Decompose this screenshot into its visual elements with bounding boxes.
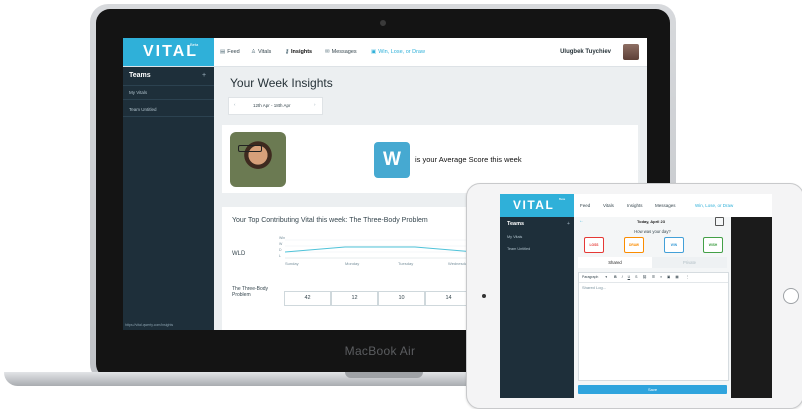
numbered-list-icon[interactable]: ≡: [660, 275, 662, 279]
ipad-sidebar-item-my-vitals[interactable]: My Vitals: [507, 235, 522, 239]
nav-vitals[interactable]: ♙ Vitals: [251, 38, 271, 66]
editor-toolbar: Paragraph ▾ B I U S ⛓ ☰ ≡ ▣ ▦ ⋮: [579, 273, 728, 283]
logo-sup: Beta: [190, 42, 199, 47]
date-range-picker[interactable]: ‹ 12th Apr - 18th Apr ›: [228, 97, 323, 115]
strikethrough-icon[interactable]: S: [635, 275, 637, 279]
ipad-nav-messages[interactable]: Messages: [655, 194, 676, 217]
list-icon[interactable]: ☰: [652, 275, 655, 279]
camera-icon: [380, 20, 386, 26]
add-team-icon[interactable]: +: [202, 72, 206, 79]
tab-shared[interactable]: Shared: [578, 257, 652, 268]
image-icon[interactable]: ▣: [667, 275, 670, 279]
ipad-date: Today, April 23: [637, 219, 665, 224]
ipad-nav-win-lose-draw[interactable]: Win, Lose, or Draw: [695, 194, 733, 217]
ipad-logo-sup: Beta: [559, 197, 566, 201]
x-tick: Monday: [345, 261, 360, 266]
ipad-add-team-icon[interactable]: +: [567, 221, 570, 227]
feed-icon: ▤: [220, 49, 226, 55]
loss-button[interactable]: LOSS: [584, 237, 604, 253]
score-text: is your Average Score this week: [415, 155, 522, 164]
ipad-nav-feed[interactable]: Feed: [580, 194, 590, 217]
bold-icon[interactable]: B: [614, 275, 617, 279]
table-cell: 10: [378, 291, 425, 306]
paragraph-select[interactable]: Paragraph: [582, 275, 598, 279]
wld-label: WLD: [232, 251, 246, 257]
sidebar-item-team-untitled[interactable]: Team Untitled: [129, 107, 157, 112]
nav-insights-label: Insights: [291, 49, 313, 55]
ipad-sidebar: Teams + My Vitals Team Untitled: [500, 217, 574, 398]
y-tick: W: [279, 242, 283, 246]
link-icon[interactable]: ⛓: [642, 275, 646, 279]
tab-private[interactable]: Private: [652, 257, 727, 268]
chat-icon: ✉: [325, 49, 330, 55]
nav-feed[interactable]: ▤ Feed: [220, 38, 240, 66]
chevron-left-icon[interactable]: ‹: [234, 102, 236, 107]
table-cell: 12: [331, 291, 378, 306]
ipad-logo-text: VITAL: [513, 198, 555, 212]
win-button[interactable]: WIN: [664, 237, 684, 253]
calendar-icon[interactable]: [715, 217, 724, 226]
key-icon: ⚷: [285, 49, 290, 55]
profile-photo-glasses: [238, 145, 262, 152]
wish-button[interactable]: WISH: [703, 237, 723, 253]
x-tick: Tuesday: [398, 261, 414, 266]
underline-icon[interactable]: U: [628, 275, 631, 279]
nav-win-lose-draw-label: Win, Lose, or Draw: [378, 49, 425, 55]
home-button[interactable]: [783, 288, 799, 304]
italic-icon[interactable]: I: [622, 275, 623, 279]
ipad-nav-insights[interactable]: Insights: [627, 194, 643, 217]
nav-messages-label: Messages: [331, 49, 357, 55]
divider: [123, 99, 214, 100]
nav-win-lose-draw[interactable]: ▣ Win, Lose, or Draw: [371, 38, 425, 66]
ipad-nav-vitals[interactable]: Vitals: [603, 194, 614, 217]
chevron-right-icon[interactable]: ›: [314, 102, 316, 107]
table-row-label: The Three-Body Problem: [232, 286, 269, 298]
user-icon: ♙: [251, 49, 256, 55]
y-tick: D: [279, 248, 282, 252]
ipad-main: ← Today, April 23 How was your day? LOSS…: [574, 217, 731, 398]
back-arrow-icon[interactable]: ←: [579, 218, 584, 224]
ipad-sidebar-item-team-untitled[interactable]: Team Untitled: [507, 247, 530, 251]
y-tick: L: [279, 254, 281, 258]
x-tick: Sunday: [285, 261, 299, 266]
sidebar-title: Teams: [129, 72, 151, 79]
top-vital-title: Your Top Contributing Vital this week: T…: [232, 217, 428, 224]
table-icon[interactable]: ▦: [675, 275, 678, 279]
divider: [123, 85, 214, 86]
macbook-notch: [345, 372, 423, 378]
ipad-logo[interactable]: VITAL Beta: [500, 194, 574, 217]
nav-messages[interactable]: ✉ Messages: [325, 38, 357, 66]
day-question: How was your day?: [634, 229, 671, 234]
sidebar: Teams + My Vitals Team Untitled https://…: [123, 67, 214, 330]
table-cell: 14: [425, 291, 472, 306]
chevron-down-icon[interactable]: ▾: [605, 275, 607, 279]
log-placeholder: Shared Log...: [582, 285, 607, 290]
sidebar-item-my-vitals[interactable]: My Vitals: [129, 90, 147, 95]
draw-button[interactable]: DRAW: [624, 237, 644, 253]
score-badge: W: [374, 142, 410, 178]
profile-photo: [230, 132, 286, 187]
nav-vitals-label: Vitals: [257, 49, 272, 55]
save-button[interactable]: Save: [578, 385, 727, 394]
ipad-top-nav-bar: VITAL Beta Feed Vitals Insights Messages…: [500, 194, 772, 217]
log-editor[interactable]: Paragraph ▾ B I U S ⛓ ☰ ≡ ▣ ▦ ⋮ Shared L…: [578, 272, 729, 381]
more-icon[interactable]: ⋮: [686, 275, 690, 279]
ipad-right-panel: [731, 217, 772, 398]
ipad-sidebar-title: Teams: [507, 221, 525, 227]
status-url: https://vital.qwerty.com/insights: [125, 323, 174, 327]
ipad-camera-icon: [482, 294, 486, 298]
date-range-text: 12th Apr - 18th Apr: [253, 103, 291, 108]
ipad-screen: VITAL Beta Feed Vitals Insights Messages…: [500, 194, 772, 398]
device-label: MacBook Air: [344, 344, 416, 358]
nav-insights[interactable]: ⚷ Insights: [285, 38, 312, 66]
user-name[interactable]: Ulugbek Tuychiev: [560, 38, 611, 66]
avatar[interactable]: [623, 44, 639, 60]
nav-feed-label: Feed: [227, 49, 240, 55]
divider: [123, 116, 214, 117]
table-cell: 42: [284, 291, 331, 306]
page-title: Your Week Insights: [230, 76, 333, 90]
calendar-icon: ▣: [371, 49, 377, 55]
logo[interactable]: VITAL Beta: [123, 38, 214, 66]
top-nav-bar: VITAL Beta ▤ Feed ♙ Vitals ⚷ Insights ✉ Mess…: [123, 38, 647, 67]
